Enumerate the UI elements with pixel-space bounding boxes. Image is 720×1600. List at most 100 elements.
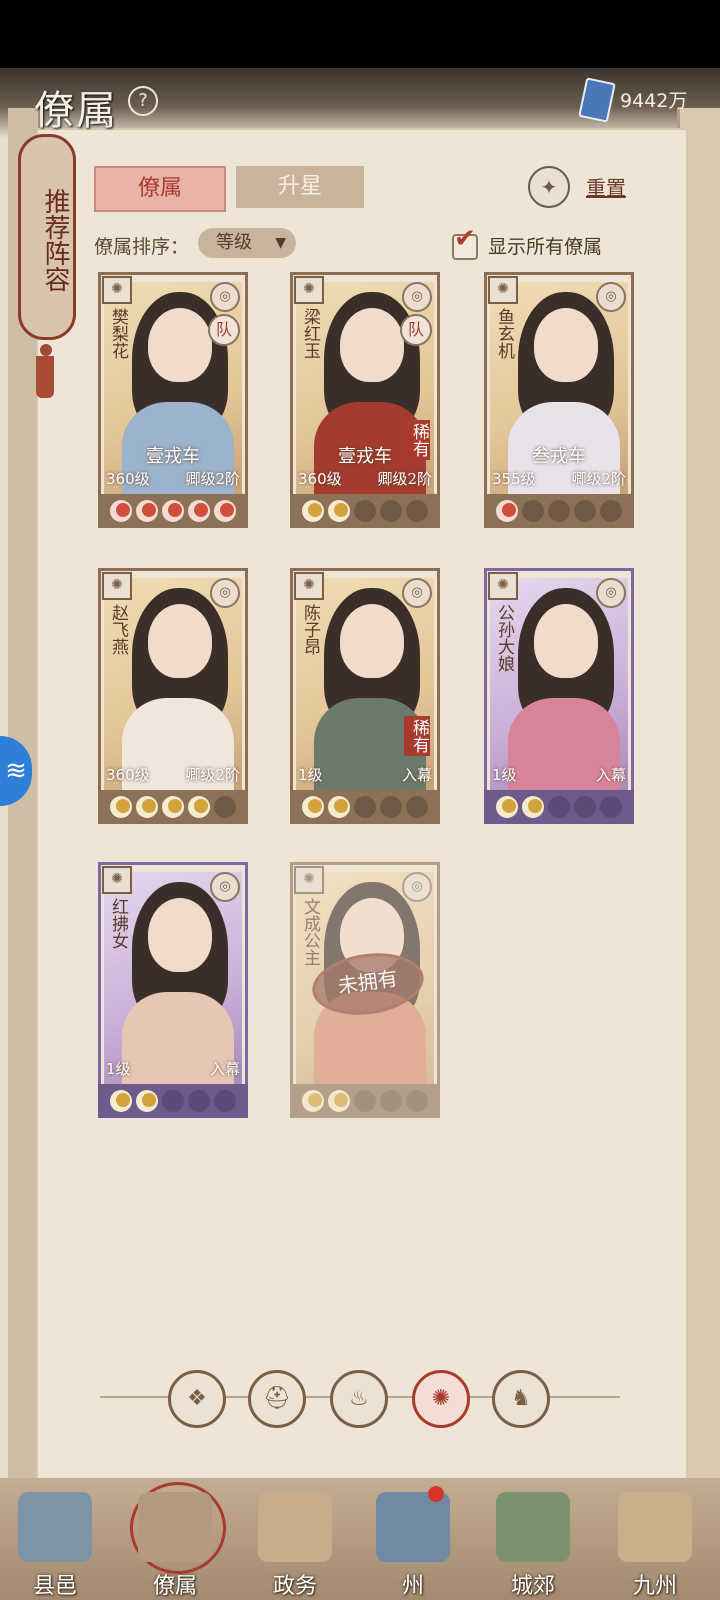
card-rank: 卿级2阶 [377,470,432,488]
fan-class-icon: ✺ [294,866,324,894]
star-icon [574,500,596,522]
recommend-lineup-scroll[interactable]: 推荐阵容 [18,134,76,340]
map-scroll-icon [618,1492,692,1562]
chevron-down-icon: ▼ [275,235,286,251]
recommend-lineup-label: 推荐阵容 [40,188,70,292]
subordinate-card[interactable]: ✺ 梁红玉 ◎ 队稀有 壹戎车 360级 卿级2阶 [290,272,440,528]
card-name: 文成公主 [300,898,320,966]
help-icon[interactable]: ? [128,86,158,116]
reset-label: 重置 [586,176,626,200]
star-icon [136,796,158,818]
fan-class-icon: ✺ [102,276,132,304]
star-icon [110,1090,132,1112]
category-diamond-icon[interactable]: ❖ [168,1370,226,1428]
star-icon [214,1090,236,1112]
nav-subordinates[interactable]: 僚属 [120,1478,230,1600]
category-beast-icon[interactable]: ♞ [492,1370,550,1428]
skill-badge-icon: ◎ [402,872,432,902]
bottom-nav: 县邑 僚属 政务 州 城郊 九州 [0,1478,720,1600]
nav-nine-provinces[interactable]: 九州 [600,1478,710,1600]
tab-subordinates[interactable]: 僚属 [94,166,226,212]
star-icon [354,796,376,818]
sort-dropdown[interactable]: 等级 ▼ [198,228,296,258]
subordinate-card[interactable]: ✺ 公孙大娘 ◎ 1级 入幕 [484,568,634,824]
star-icon [522,796,544,818]
nav-affairs[interactable]: 政务 [240,1478,350,1600]
card-name: 赵飞燕 [108,604,128,655]
star-icon [110,796,132,818]
star-icon [302,500,324,522]
skill-badge-icon: ◎ [596,578,626,608]
star-icon [136,500,158,522]
suburbs-landscape-icon [496,1492,570,1562]
star-icon [214,500,236,522]
subordinate-card[interactable]: ✺ 樊梨花 ◎ 队壹戎车 360级 卿级2阶 [98,272,248,528]
skill-badge-icon: ◎ [596,282,626,312]
star-icon [188,1090,210,1112]
skill-badge-icon: ◎ [402,282,432,312]
category-helmet-icon[interactable]: ⛑ [248,1370,306,1428]
star-icon [162,796,184,818]
star-icon [302,796,324,818]
skill-badge-icon: ◎ [402,578,432,608]
nav-province[interactable]: 州 [358,1478,468,1600]
star-icon [406,796,428,818]
card-name: 鱼玄机 [494,308,514,359]
affairs-document-icon [258,1492,332,1562]
card-name: 陈子昂 [300,604,320,655]
nav-county[interactable]: 县邑 [0,1478,110,1600]
subordinate-card[interactable]: ✺ 鱼玄机 ◎ 叁戎车 355级 卿级2阶 [484,272,634,528]
tassel-knot [40,344,52,356]
star-icon [496,500,518,522]
star-row [290,790,440,824]
subordinate-card[interactable]: ✺ 红拂女 ◎ 1级 入幕 [98,862,248,1118]
category-fan-icon[interactable]: ✺ [412,1370,470,1428]
sort-value: 等级 [216,232,252,253]
star-icon [600,796,622,818]
star-icon [328,796,350,818]
star-icon [188,500,210,522]
subordinate-card[interactable]: ✺ 赵飞燕 ◎ 360级 卿级2阶 [98,568,248,824]
tab-star-up[interactable]: 升星 [236,166,364,208]
skill-badge-icon: ◎ [210,872,240,902]
currency-amount: 9442万 [620,90,688,112]
nav-suburbs[interactable]: 城郊 [478,1478,588,1600]
card-rank: 入幕 [595,766,626,784]
card-level: 360级 [298,470,342,488]
star-row [290,1084,440,1118]
nav-label: 县邑 [32,1574,77,1599]
province-mountain-icon [376,1492,450,1562]
fan-class-icon: ✺ [488,276,518,304]
nav-label: 僚属 [152,1574,197,1599]
star-icon [406,500,428,522]
star-icon [548,796,570,818]
subordinate-card[interactable]: ✺ 陈子昂 ◎ 稀有 1级 入幕 [290,568,440,824]
star-icon [110,500,132,522]
category-gourd-icon[interactable]: ♨ [330,1370,388,1428]
card-level: 1级 [492,766,517,784]
nav-label: 州 [401,1574,424,1599]
star-icon [214,796,236,818]
rare-tag: 稀有 [404,716,430,756]
card-name: 梁红玉 [300,308,320,359]
nav-label: 政务 [272,1574,317,1599]
sort-label: 僚属排序： [94,236,190,258]
game-screen: 僚属 ? 9442万 推荐阵容 僚属 升星 ✦ 重置 僚属排序： 等级 ▼ ✔ … [0,68,720,1600]
star-icon [162,500,184,522]
tassel [36,356,54,398]
card-rank: 入幕 [401,766,432,784]
checkmark-icon: ✔ [454,224,476,254]
star-icon [162,1090,184,1112]
star-icon [522,500,544,522]
county-building-icon [18,1492,92,1562]
team-badge: 队 [400,314,432,346]
chariot-label: 壹戎车 [146,446,200,467]
star-icon [380,796,402,818]
fan-class-icon: ✺ [294,276,324,304]
reset-button[interactable]: ✦ 重置 [528,166,638,208]
star-icon [380,1090,402,1112]
card-name: 樊梨花 [108,308,128,359]
card-level: 360级 [106,766,150,784]
nav-label: 城郊 [510,1574,555,1599]
subordinate-card[interactable]: ✺ 文成公主 ◎ 未拥有 [290,862,440,1118]
